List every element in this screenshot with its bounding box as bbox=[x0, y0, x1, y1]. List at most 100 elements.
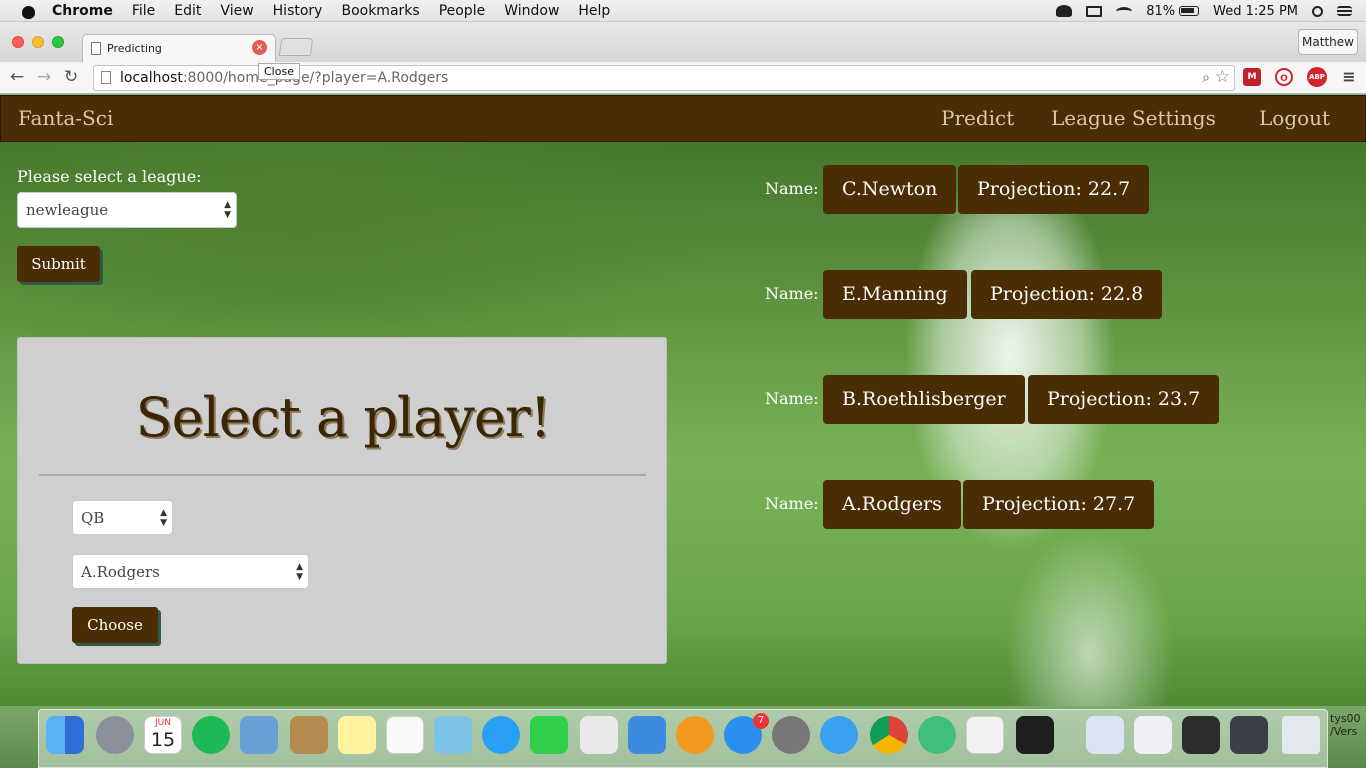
zoom-icon[interactable]: ⌕ bbox=[1202, 66, 1210, 90]
notification-center-icon[interactable] bbox=[1337, 6, 1352, 16]
url-host: localhost bbox=[120, 70, 183, 86]
window-zoom-icon[interactable] bbox=[52, 36, 64, 48]
page-favicon-icon bbox=[91, 42, 101, 55]
league-select-label: Please select a league: bbox=[17, 167, 202, 186]
ibooks-icon[interactable] bbox=[676, 716, 714, 754]
recent-document-thumbnail[interactable] bbox=[1086, 716, 1124, 754]
battery-icon[interactable] bbox=[1179, 6, 1200, 16]
keynote-icon[interactable] bbox=[628, 716, 666, 754]
spotlight-search-icon[interactable] bbox=[1312, 5, 1323, 17]
menu-file[interactable]: File bbox=[132, 3, 155, 19]
menu-history[interactable]: History bbox=[273, 3, 323, 19]
site-brand[interactable]: Fanta-Sci bbox=[18, 106, 113, 130]
menu-app-name[interactable]: Chrome bbox=[52, 3, 113, 19]
menu-help[interactable]: Help bbox=[578, 3, 610, 19]
profile-button[interactable]: Matthew bbox=[1298, 29, 1358, 55]
nav-predict-link[interactable]: Predict bbox=[941, 106, 1014, 130]
select-arrows-icon: ▲ ▼ bbox=[296, 561, 303, 582]
recent-document-thumbnail[interactable] bbox=[1230, 716, 1268, 754]
result-projection: Projection: 23.7 bbox=[1028, 375, 1220, 424]
calendar-day: 15 bbox=[150, 729, 176, 751]
select-player-title: Select a player! bbox=[135, 386, 552, 449]
card-divider bbox=[39, 474, 646, 476]
nav-league-settings-link[interactable]: League Settings bbox=[1051, 106, 1216, 130]
system-preferences-icon[interactable] bbox=[772, 716, 810, 754]
messages-icon[interactable] bbox=[482, 716, 520, 754]
menu-people[interactable]: People bbox=[439, 3, 486, 19]
league-submit-button[interactable]: Submit bbox=[17, 246, 100, 282]
select-player-card: Select a player! QB ▲ ▼ A.Rodgers ▲ ▼ Choo… bbox=[17, 337, 667, 664]
browser-toolbar: ← → ↻ localhost:8000/home_page/?player=A… bbox=[0, 62, 1366, 94]
menu-view[interactable]: View bbox=[220, 3, 253, 19]
tab-close-icon[interactable]: × bbox=[252, 40, 267, 55]
apple-menu-icon[interactable] bbox=[20, 3, 38, 19]
gmail-extension-icon[interactable]: M bbox=[1243, 68, 1261, 86]
recent-document-thumbnail[interactable] bbox=[1134, 716, 1172, 754]
close-tooltip: Close bbox=[258, 63, 300, 80]
reload-icon[interactable]: ↻ bbox=[64, 67, 78, 87]
recent-document-thumbnail[interactable] bbox=[1182, 716, 1220, 754]
window-close-icon[interactable] bbox=[12, 36, 24, 48]
league-select-value: newleague bbox=[26, 201, 109, 219]
safari-icon[interactable] bbox=[820, 716, 858, 754]
calendar-icon[interactable]: JUN 15 bbox=[144, 716, 182, 754]
wifi-icon[interactable] bbox=[1116, 6, 1133, 16]
result-name-label: Name: bbox=[765, 389, 819, 408]
page-viewport: Fanta-Sci Predict League Settings Logout… bbox=[0, 95, 1366, 706]
result-name-label: Name: bbox=[765, 179, 819, 198]
macos-menubar: Chrome File Edit View History Bookmarks … bbox=[0, 0, 1366, 22]
app-store-badge: 7 bbox=[753, 713, 769, 729]
desktop-edge-text: tys00 /Vers bbox=[1330, 712, 1361, 738]
facetime-icon[interactable] bbox=[530, 716, 568, 754]
url-path: :8000/home_page/?player=A.Rodgers bbox=[182, 70, 449, 86]
menu-edit[interactable]: Edit bbox=[174, 3, 201, 19]
slack-icon[interactable] bbox=[966, 716, 1004, 754]
league-select[interactable]: newleague ▲ ▼ bbox=[17, 192, 237, 228]
result-player-name: A.Rodgers bbox=[823, 480, 961, 529]
atom-icon[interactable] bbox=[918, 716, 956, 754]
result-projection: Projection: 27.7 bbox=[963, 480, 1155, 529]
player-select[interactable]: A.Rodgers ▲ ▼ bbox=[72, 554, 309, 589]
preview-icon[interactable] bbox=[434, 716, 472, 754]
select-arrows-icon: ▲ ▼ bbox=[160, 507, 167, 528]
adblock-extension-icon[interactable]: ABP bbox=[1307, 67, 1327, 87]
result-projection: Projection: 22.8 bbox=[971, 270, 1163, 319]
result-name-label: Name: bbox=[765, 494, 819, 513]
menu-bookmarks[interactable]: Bookmarks bbox=[341, 3, 419, 19]
reminders-icon[interactable] bbox=[386, 716, 424, 754]
window-minimize-icon[interactable] bbox=[32, 36, 44, 48]
result-player-name: E.Manning bbox=[823, 270, 967, 319]
back-arrow-icon[interactable]: ← bbox=[10, 67, 24, 87]
new-tab-button[interactable] bbox=[278, 38, 314, 56]
battery-percent[interactable]: 81% bbox=[1146, 4, 1175, 19]
trash-icon[interactable] bbox=[1282, 716, 1320, 754]
chrome-icon[interactable] bbox=[870, 716, 908, 754]
menubar-clock[interactable]: Wed 1:25 PM bbox=[1213, 4, 1298, 19]
page-info-icon[interactable] bbox=[101, 71, 111, 84]
spotify-icon[interactable] bbox=[192, 716, 230, 754]
nav-logout-link[interactable]: Logout bbox=[1259, 106, 1330, 130]
select-arrows-icon: ▲ ▼ bbox=[224, 200, 231, 220]
forward-arrow-icon[interactable]: → bbox=[37, 67, 51, 87]
turtle-status-icon[interactable] bbox=[1056, 5, 1073, 17]
mail-stamp-icon[interactable] bbox=[240, 716, 278, 754]
position-select-value: QB bbox=[81, 509, 105, 527]
chrome-menu-icon[interactable]: ≡ bbox=[1340, 68, 1358, 86]
browser-tab-active[interactable]: Predicting × bbox=[82, 34, 276, 62]
menu-window[interactable]: Window bbox=[504, 3, 559, 19]
position-select[interactable]: QB ▲ ▼ bbox=[72, 500, 173, 535]
opera-extension-icon[interactable]: O bbox=[1275, 68, 1293, 86]
result-player-name: B.Roethlisberger bbox=[823, 375, 1025, 424]
numbers-icon[interactable] bbox=[580, 716, 618, 754]
terminal-icon[interactable] bbox=[1016, 716, 1054, 754]
finder-icon[interactable] bbox=[46, 716, 84, 754]
airplay-display-icon[interactable] bbox=[1086, 5, 1103, 17]
contacts-icon[interactable] bbox=[290, 716, 328, 754]
player-select-value: A.Rodgers bbox=[81, 563, 160, 581]
notes-icon[interactable] bbox=[338, 716, 376, 754]
site-navbar: Fanta-Sci Predict League Settings Logout bbox=[0, 95, 1366, 142]
choose-button[interactable]: Choose bbox=[72, 607, 158, 643]
result-name-label: Name: bbox=[765, 284, 819, 303]
launchpad-icon[interactable] bbox=[96, 716, 134, 754]
bookmark-star-icon[interactable]: ☆ bbox=[1215, 65, 1230, 89]
